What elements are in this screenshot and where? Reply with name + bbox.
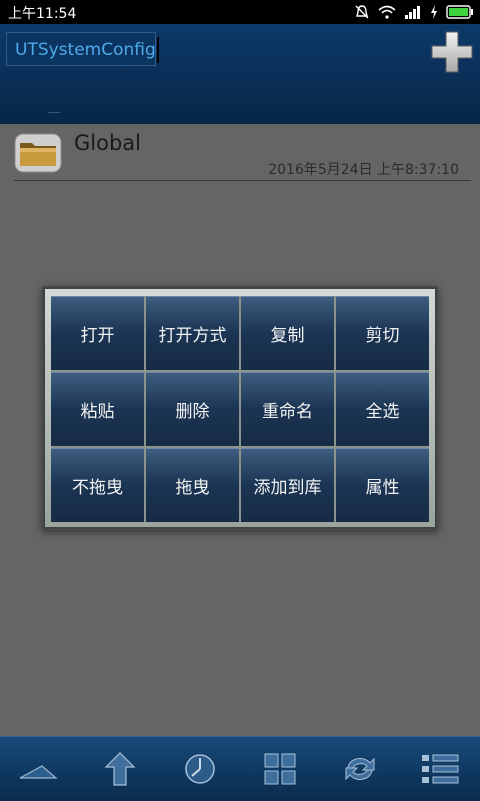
clock-icon — [185, 754, 215, 784]
up-arrow-icon — [104, 752, 136, 786]
add-button[interactable] — [430, 30, 474, 74]
folder-icon — [14, 133, 62, 173]
menu-rename[interactable]: 重命名 — [241, 372, 334, 446]
mute-icon — [355, 5, 369, 19]
path-field[interactable]: UTSystemConfig — [6, 32, 159, 66]
menu-add-to-library[interactable]: 添加到库 — [241, 448, 334, 522]
triangle-icon — [19, 765, 58, 779]
context-menu: 打开 打开方式 复制 剪切 粘贴 删除 重命名 全选 不拖曳 拖曳 添加到库 属… — [42, 286, 438, 530]
battery-icon — [446, 5, 473, 19]
bottom-toolbar — [0, 736, 480, 801]
refresh-icon — [345, 757, 375, 781]
charging-icon — [431, 5, 437, 19]
status-icons — [354, 3, 474, 21]
menu-no-drag[interactable]: 不拖曳 — [51, 448, 144, 522]
menu-open[interactable]: 打开 — [51, 296, 144, 370]
list-menu-icon — [422, 754, 459, 784]
menu-open-with[interactable]: 打开方式 — [146, 296, 239, 370]
menu-delete[interactable]: 删除 — [146, 372, 239, 446]
wifi-icon — [378, 5, 396, 19]
menu-copy[interactable]: 复制 — [241, 296, 334, 370]
status-bar: 上午11:54 — [0, 0, 480, 24]
menu-drag[interactable]: 拖曳 — [146, 448, 239, 522]
signal-icon — [405, 6, 420, 19]
menu-properties[interactable]: 属性 — [336, 448, 429, 522]
file-name: Global — [74, 131, 141, 155]
plus-icon — [431, 31, 473, 73]
file-row[interactable]: Global 2016年5月24日 上午8:37:10 — [0, 124, 480, 182]
file-date: 2016年5月24日 上午8:37:10 — [268, 162, 459, 178]
menu-cut[interactable]: 剪切 — [336, 296, 429, 370]
grid-icon — [264, 753, 296, 785]
status-time: 上午11:54 — [8, 6, 77, 22]
triangle-button[interactable] — [16, 747, 60, 791]
refresh-button[interactable] — [338, 747, 382, 791]
header-bar: UTSystemConfig — [0, 24, 480, 125]
menu-paste[interactable]: 粘贴 — [51, 372, 144, 446]
row-divider — [14, 180, 471, 181]
menu-select-all[interactable]: 全选 — [336, 372, 429, 446]
up-button[interactable] — [98, 747, 142, 791]
history-button[interactable] — [178, 747, 222, 791]
menu-grid: 打开 打开方式 复制 剪切 粘贴 删除 重命名 全选 不拖曳 拖曳 添加到库 属… — [51, 296, 429, 522]
tab-marker — [48, 112, 60, 113]
view-grid-button[interactable] — [258, 747, 302, 791]
list-menu-button[interactable] — [418, 747, 462, 791]
